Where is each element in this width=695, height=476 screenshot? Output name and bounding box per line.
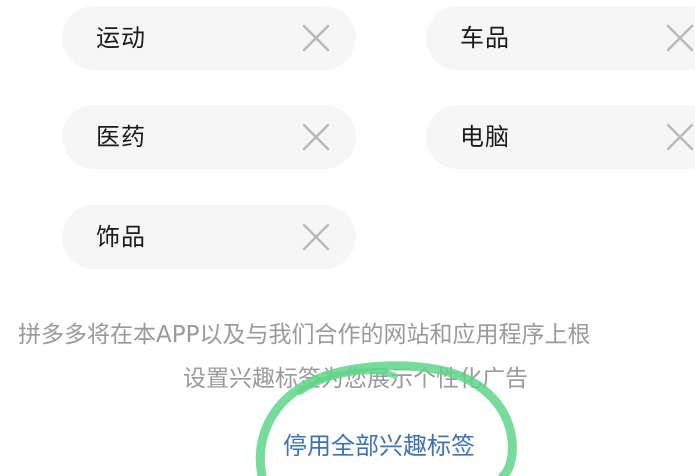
ad-notice-line-2: 设置兴趣标签为您展示个性化广告 [183,366,528,392]
remove-tag-button[interactable] [300,221,332,253]
tag-chip-car-products: 车品 [426,6,695,70]
tag-label: 车品 [460,24,510,52]
interest-tags-page: 运动 车品 医药 电脑 饰品 拼多多将在本APP以及与我们合作的网站和应用程序上… [0,0,695,476]
tag-chip-medicine: 医药 [62,105,356,169]
close-icon [302,223,330,251]
tag-chip-computer: 电脑 [426,105,695,169]
ad-notice-line-1: 拼多多将在本APP以及与我们合作的网站和应用程序上根 [18,322,591,348]
tag-chip-accessories: 饰品 [62,205,356,269]
remove-tag-button[interactable] [300,22,332,54]
close-icon [666,24,694,52]
tag-chip-sports: 运动 [62,6,356,70]
close-icon [302,24,330,52]
disable-all-tags-link[interactable]: 停用全部兴趣标签 [283,426,475,466]
tag-label: 饰品 [96,223,146,251]
close-icon [302,123,330,151]
tag-label: 电脑 [460,123,510,151]
tag-label: 运动 [96,24,146,52]
tag-label: 医药 [96,123,146,151]
close-icon [666,123,694,151]
remove-tag-button[interactable] [664,22,695,54]
remove-tag-button[interactable] [664,121,695,153]
remove-tag-button[interactable] [300,121,332,153]
